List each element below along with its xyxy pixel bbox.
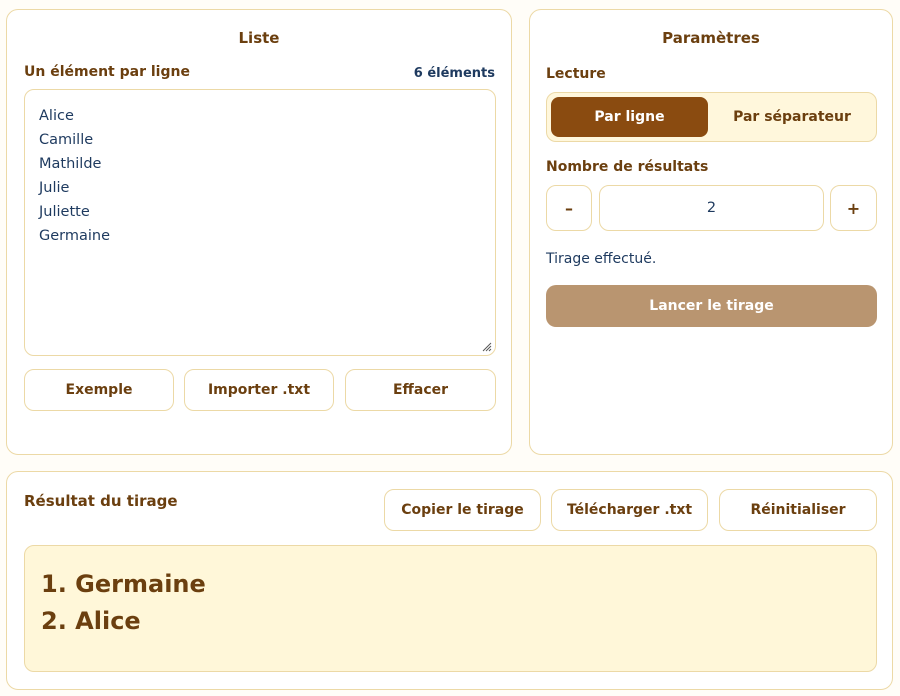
copy-draw-button[interactable]: Copier le tirage: [384, 489, 541, 531]
list-subtitle: Un élément par ligne: [24, 64, 190, 80]
list-line: Alice: [39, 108, 74, 124]
result-panel: Résultat du tirage Copier le tirage Télé…: [6, 471, 893, 690]
clear-button[interactable]: Effacer: [345, 369, 496, 411]
example-button[interactable]: Exemple: [24, 369, 174, 411]
reading-label: Lecture: [546, 66, 606, 82]
download-txt-button[interactable]: Télécharger .txt: [551, 489, 708, 531]
reading-mode-toggle: Par ligne Par séparateur: [546, 92, 877, 142]
increment-button[interactable]: +: [830, 185, 877, 231]
launch-draw-button[interactable]: Lancer le tirage: [546, 285, 877, 327]
import-txt-button[interactable]: Importer .txt: [184, 369, 334, 411]
status-message: Tirage effectué.: [546, 251, 657, 267]
resize-handle-icon[interactable]: [480, 340, 492, 352]
decrement-button[interactable]: –: [546, 185, 592, 231]
list-line: Juliette: [39, 204, 90, 220]
reset-button[interactable]: Réinitialiser: [719, 489, 877, 531]
list-line: Camille: [39, 132, 94, 148]
result-panel-title: Résultat du tirage: [24, 492, 178, 510]
list-line: Julie: [39, 180, 70, 196]
list-line: Mathilde: [39, 156, 102, 172]
settings-panel-title: Paramètres: [662, 29, 760, 47]
list-panel-title: Liste: [238, 29, 280, 47]
result-line: 2. Alice: [41, 607, 141, 635]
settings-panel: Paramètres Lecture Par ligne Par séparat…: [529, 9, 893, 455]
result-output: 1. Germaine 2. Alice: [24, 545, 877, 672]
list-panel: Liste Un élément par ligne 6 éléments Al…: [6, 9, 512, 455]
item-count-badge: 6 éléments: [413, 66, 495, 81]
result-count-label: Nombre de résultats: [546, 159, 709, 175]
list-textarea[interactable]: Alice Camille Mathilde Julie Juliette Ge…: [24, 89, 496, 356]
list-line: Germaine: [39, 228, 111, 244]
reading-option-by-line[interactable]: Par ligne: [551, 97, 708, 137]
result-count-input[interactable]: 2: [599, 185, 824, 231]
reading-option-by-separator[interactable]: Par séparateur: [712, 97, 872, 137]
result-line: 1. Germaine: [41, 570, 206, 598]
